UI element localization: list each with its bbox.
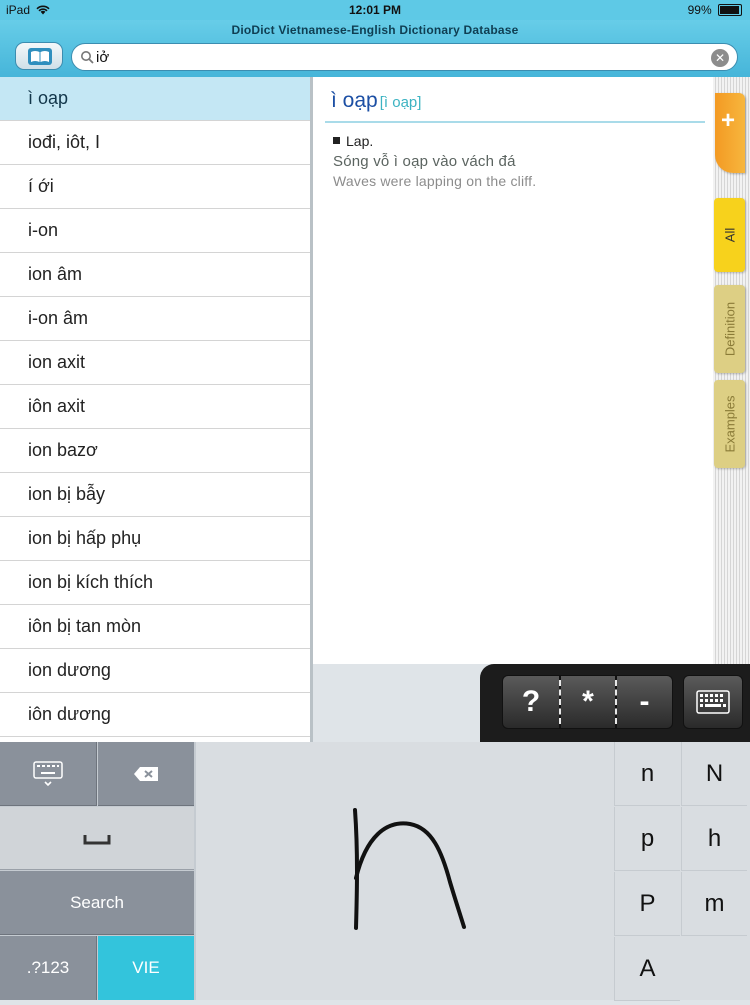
tab-all-label: All — [722, 227, 737, 243]
space-button[interactable] — [0, 807, 194, 870]
word-list-item[interactable]: ion bị bẫy — [0, 473, 310, 517]
candidate-key[interactable]: m — [681, 872, 747, 936]
candidate-key[interactable]: A — [614, 937, 680, 1001]
backspace-icon — [134, 767, 158, 781]
status-bar: iPad 12:01 PM 99% — [0, 0, 750, 20]
search-input[interactable] — [96, 47, 696, 67]
clear-search-icon[interactable]: ✕ — [711, 49, 729, 67]
entry-pronunciation: [ì oạp] — [379, 94, 422, 111]
keyboard-toggle-button[interactable] — [683, 675, 743, 729]
word-list-item[interactable]: i-on — [0, 209, 310, 253]
candidate-key[interactable]: h — [681, 807, 747, 871]
example-english: Waves were lapping on the cliff. — [333, 173, 537, 189]
keyboard-icon — [696, 690, 730, 714]
candidate-key[interactable]: p — [614, 807, 680, 871]
word-list-item[interactable]: ion bị kích thích — [0, 561, 310, 605]
wildcard-separator — [615, 680, 617, 724]
entry-sense: Lap. — [333, 133, 373, 149]
search-icon — [81, 51, 94, 64]
bullet-square-icon — [333, 137, 340, 144]
word-list-item[interactable]: iôn bị tan mòn — [0, 605, 310, 649]
status-right: 99% — [688, 3, 742, 17]
dictionary-book-button[interactable] — [15, 42, 63, 70]
backspace-button[interactable] — [98, 742, 194, 806]
plus-icon: + — [721, 107, 736, 134]
search-bar[interactable]: ✕ — [71, 43, 738, 71]
handwritten-stroke — [353, 808, 466, 930]
word-list-item[interactable]: ì oạp — [0, 77, 310, 121]
handwriting-keyboard: Search .?123 VIE nNphPmA — [0, 742, 750, 1001]
entry-headword: ì oạp — [331, 89, 378, 112]
candidate-key[interactable]: P — [614, 872, 680, 936]
candidate-panel: nNphPmA — [614, 742, 750, 1001]
battery-icon — [718, 4, 742, 16]
title-bar: DioDict Vietnamese-English Dictionary Da… — [0, 20, 750, 77]
word-list-item[interactable]: ion dương — [0, 649, 310, 693]
candidate-key[interactable]: N — [681, 742, 747, 806]
word-list-item[interactable]: ion bị hấp phụ — [0, 517, 310, 561]
word-list-item[interactable]: ion bazơ — [0, 429, 310, 473]
space-icon — [83, 835, 111, 845]
status-time: 12:01 PM — [348, 3, 402, 17]
entry-headword-row: ì oạp [ì oạp] — [331, 89, 421, 113]
word-list-item[interactable]: ion âm — [0, 253, 310, 297]
word-list-item[interactable]: iôn axit — [0, 385, 310, 429]
tab-examples-label: Examples — [722, 395, 737, 453]
search-button[interactable]: Search — [0, 871, 194, 935]
keyboard-hide-icon — [33, 761, 63, 787]
word-list: ì oạp iođi, iôt, Ií ới i-on ion âm i-on âm io… — [0, 77, 310, 742]
word-list-item[interactable]: i-on âm — [0, 297, 310, 341]
open-book-icon — [28, 48, 52, 65]
numbers-button[interactable]: .?123 — [0, 936, 97, 1000]
language-button[interactable]: VIE — [98, 936, 194, 1000]
tab-definition-label: Definition — [722, 301, 737, 357]
word-list-item[interactable]: í ới — [0, 165, 310, 209]
handwriting-pad[interactable] — [196, 742, 614, 1000]
hide-keyboard-button[interactable] — [0, 742, 97, 806]
entry-sense-text: Lap. — [346, 133, 374, 149]
add-bookmark-tab[interactable]: + — [715, 93, 745, 173]
tab-all[interactable]: All — [714, 198, 745, 272]
battery-percent: 99% — [687, 3, 712, 17]
wildcard-question-button[interactable]: ? — [502, 675, 560, 729]
tab-definition[interactable]: Definition — [714, 285, 745, 373]
wildcard-separator — [559, 680, 561, 724]
candidate-key[interactable]: n — [614, 742, 680, 806]
word-list-item[interactable]: iođi, iôt, I — [0, 121, 310, 165]
tab-examples[interactable]: Examples — [714, 380, 745, 468]
app-title: DioDict Vietnamese-English Dictionary Da… — [231, 23, 519, 37]
wildcard-toolbar: ? * - — [480, 664, 750, 742]
example-vietnamese: Sóng vỗ ì oạp vào vách đá — [333, 153, 516, 170]
wildcard-star-button[interactable]: * — [560, 675, 616, 729]
word-list-item[interactable]: ion axit — [0, 341, 310, 385]
word-list-item[interactable]: iôn dương — [0, 693, 310, 737]
headword-divider — [325, 121, 705, 123]
wildcard-dash-button[interactable]: - — [616, 675, 673, 729]
definition-pane: ì oạp [ì oạp] Lap. Sóng vỗ ì oạp vào vách… — [313, 77, 713, 664]
